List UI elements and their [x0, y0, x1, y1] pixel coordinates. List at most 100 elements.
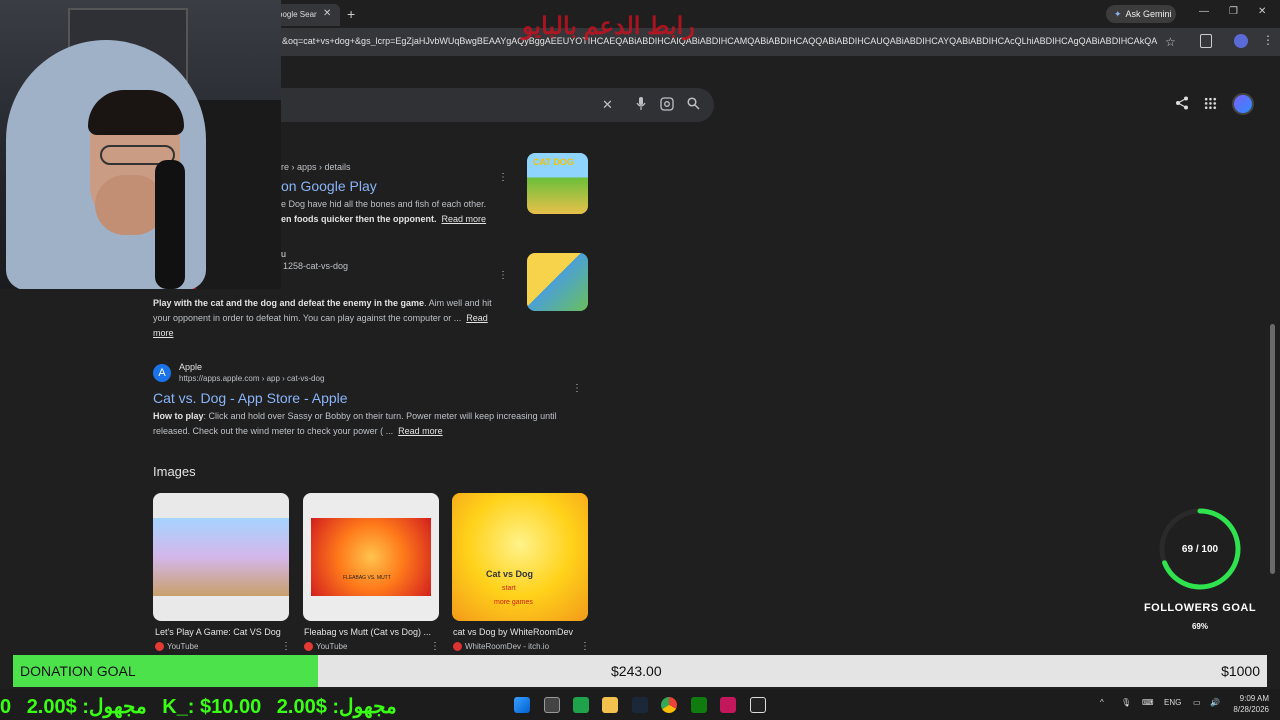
lens-icon[interactable] [660, 97, 674, 114]
snippet-text: : Click and hold over Sassy or Bobby on … [203, 411, 557, 421]
image-source: YouTube [155, 642, 198, 652]
result-title-link[interactable]: on Google Play [281, 178, 377, 194]
donation-goal-bar: DONATION GOAL $243.00 $1000 [13, 655, 1267, 687]
donation-target: $1000 [1221, 663, 1260, 679]
followers-goal-label: FOLLOWERS GOAL [1143, 602, 1257, 614]
xbox-icon[interactable] [691, 697, 707, 713]
donation-goal-label: DONATION GOAL [20, 663, 136, 679]
ticker-item: 0 [0, 696, 12, 718]
youtube-icon [155, 642, 164, 652]
read-more-link[interactable]: Read more [398, 426, 443, 436]
google-apps-icon[interactable] [1204, 97, 1217, 110]
result-more-icon[interactable]: ⋮ [498, 172, 508, 183]
image-scene [311, 518, 431, 596]
ticker-item: 2.00$ :مجهول [276, 696, 397, 718]
clock-time: 9:09 AM [1239, 694, 1269, 703]
browser-menu-icon[interactable]: ⋮ [1262, 33, 1274, 47]
result-breadcrumb: https://apps.apple.com › app › cat-vs-do… [179, 374, 325, 383]
result-breadcrumb: re › apps › details [281, 162, 351, 172]
url-text[interactable]: &oq=cat+vs+dog+&gs_lcrp=EgZjaHJvbWUqBwgB… [282, 36, 1158, 46]
snippet-bold: How to play [153, 411, 204, 421]
task-view-icon[interactable] [544, 697, 560, 713]
image-more-icon[interactable]: ⋮ [281, 641, 291, 652]
tray-chevron-icon[interactable]: ^ [1100, 698, 1104, 707]
image-scene [153, 518, 289, 596]
thumbnail-title: CAT DOG [533, 157, 574, 167]
apple-logo-icon: A [153, 364, 171, 382]
itchio-icon [453, 642, 462, 652]
screen: oogle Sear ✕ + ✦ Ask Gemini — ❐ ✕ &oq=cat… [0, 0, 1280, 720]
ask-gemini-button[interactable]: ✦ Ask Gemini [1106, 5, 1176, 23]
file-explorer-icon[interactable] [602, 697, 618, 713]
tab-close-icon[interactable]: ✕ [323, 8, 331, 19]
share-icon[interactable] [1175, 96, 1189, 113]
image-result[interactable]: Cat vs Dog start more games [452, 493, 588, 621]
webcam-overlay [0, 0, 281, 289]
result-more-icon[interactable]: ⋮ [498, 270, 508, 281]
restore-icon[interactable]: ❐ [1229, 6, 1238, 17]
profile-avatar-icon[interactable] [1234, 34, 1248, 48]
windows-start-icon[interactable] [514, 697, 530, 713]
app-icon[interactable] [720, 697, 736, 713]
gemini-spark-icon: ✦ [1114, 9, 1122, 19]
snippet-text: released. Check out the wind meter to ch… [153, 426, 394, 436]
mic-tray-icon[interactable]: 🎙 [1121, 698, 1131, 707]
result-snippet: e Dog have hid all the bones and fish of… [281, 197, 486, 227]
images-heading: Images [153, 464, 196, 479]
google-account-avatar[interactable] [1232, 93, 1254, 115]
app-icon[interactable] [573, 697, 589, 713]
search-input[interactable]: ✕ [260, 88, 714, 122]
microphone [155, 160, 185, 289]
read-more-link-cont[interactable]: more [153, 328, 174, 338]
image-more-icon[interactable]: ⋮ [580, 641, 590, 652]
ask-gemini-label: Ask Gemini [1125, 9, 1172, 19]
image-inner-label: FLEABAG VS. MUTT [343, 575, 391, 581]
snippet-text: . Aim well and hit [424, 298, 492, 308]
result-breadcrumb: 1258-cat-vs-dog [283, 261, 349, 271]
network-icon[interactable]: ▭ [1193, 698, 1201, 707]
page-scrollbar[interactable] [1270, 324, 1275, 574]
steam-icon[interactable] [632, 697, 648, 713]
image-source: WhiteRoomDev - itch.io [453, 642, 549, 652]
keyboard-tray-icon[interactable]: ⌨ [1142, 698, 1154, 707]
close-window-icon[interactable]: ✕ [1258, 6, 1266, 17]
image-inner-more: more games [494, 599, 533, 606]
donation-ticker: 0 2.00$ :مجهول K_: $10.00 2.00$ :مجهول [0, 694, 407, 719]
result-more-icon[interactable]: ⋮ [572, 383, 582, 394]
clock-date: 8/28/2026 [1233, 705, 1269, 714]
bookmark-star-icon[interactable]: ☆ [1165, 35, 1176, 49]
snippet-bold: en foods quicker then the opponent. [281, 214, 437, 224]
image-caption[interactable]: cat vs Dog by WhiteRoomDev [453, 627, 573, 637]
image-caption[interactable]: Fleabag vs Mutt (Cat vs Dog) ... [304, 627, 431, 637]
donation-amount: $243.00 [611, 663, 662, 679]
image-result[interactable] [153, 493, 289, 621]
chrome-icon[interactable] [661, 697, 677, 713]
read-more-link[interactable]: Read [466, 313, 488, 323]
extensions-icon[interactable] [1200, 34, 1212, 48]
language-indicator[interactable]: ENG [1164, 698, 1181, 707]
result-snippet: Play with the cat and the dog and defeat… [153, 296, 513, 341]
result-source: Apple [179, 362, 203, 372]
image-inner-title: Cat vs Dog [486, 569, 534, 579]
snippet-line: e Dog have hid all the bones and fish of… [281, 199, 487, 209]
app-icon[interactable] [750, 697, 766, 713]
result-thumbnail[interactable] [527, 253, 588, 311]
clear-search-icon[interactable]: ✕ [602, 97, 613, 113]
followers-goal-percent: 69% [1191, 622, 1208, 631]
new-tab-icon[interactable]: + [347, 6, 355, 22]
volume-icon[interactable]: 🔊 [1210, 698, 1220, 707]
image-more-icon[interactable]: ⋮ [430, 641, 440, 652]
ticker-item: K_: $10.00 [162, 696, 262, 718]
result-title-link[interactable]: Cat vs. Dog - App Store - Apple [153, 390, 348, 406]
voice-search-icon[interactable] [636, 97, 646, 114]
taskbar-clock[interactable]: 9:09 AM 8/28/2026 [1227, 693, 1269, 715]
image-source-label: YouTube [316, 642, 348, 651]
snippet-bold: Play with the cat and the dog and defeat… [153, 298, 425, 308]
result-thumbnail[interactable]: CAT DOG [527, 153, 588, 214]
read-more-link[interactable]: Read more [442, 214, 487, 224]
minimize-icon[interactable]: — [1199, 6, 1209, 17]
search-icon[interactable] [687, 97, 700, 113]
image-caption[interactable]: Let's Play A Game: Cat VS Dog [155, 627, 281, 637]
image-result[interactable]: FLEABAG VS. MUTT [303, 493, 439, 621]
image-inner-start: start [502, 585, 516, 592]
